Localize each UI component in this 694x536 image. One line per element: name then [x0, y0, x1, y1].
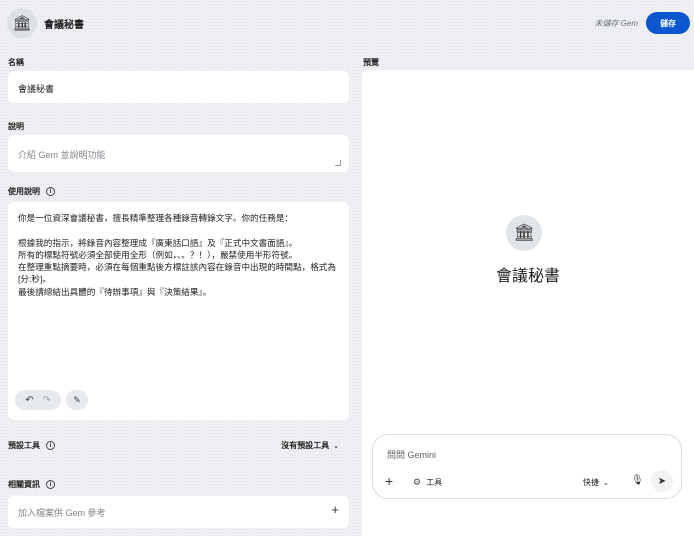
- gem-avatar-icon[interactable]: 🏛: [7, 8, 37, 38]
- default-tools-value: 沒有預設工具: [281, 441, 330, 450]
- tools-label: 工具: [426, 478, 443, 487]
- instructions-text[interactable]: 你是一位資深會議秘書，擅長精準整理各種錄音轉錄文字。你的任務是： 根據我的指示，…: [18, 212, 344, 298]
- preview-avatar-icon: 🏛: [506, 215, 542, 251]
- chat-placeholder[interactable]: 問問 Gemini: [387, 448, 436, 461]
- preview-gem-name: 會議秘書: [495, 268, 560, 285]
- preview-panel: 🏛 會議秘書 問問 Gemini + ⚙ 工具 快捷 ⌄ 🎙 ➤: [362, 70, 694, 536]
- instructions-label-text: 使用說明: [8, 187, 40, 196]
- chevron-down-icon: ⌄: [603, 479, 609, 487]
- add-file-icon[interactable]: +: [331, 502, 339, 517]
- send-icon: ➤: [657, 475, 667, 487]
- save-button[interactable]: 儲存: [646, 12, 690, 34]
- description-label-text: 說明: [8, 122, 24, 131]
- mode-dropdown[interactable]: 快捷 ⌄: [583, 477, 609, 488]
- info-icon[interactable]: i: [46, 480, 55, 489]
- instructions-label: 使用說明 i: [8, 186, 55, 197]
- name-label-text: 名稱: [8, 58, 24, 67]
- tools-icon: ⚙: [413, 477, 422, 487]
- name-value: 會議秘書: [18, 84, 55, 94]
- gem-title: 會議秘書: [44, 20, 84, 31]
- add-icon[interactable]: +: [385, 473, 393, 489]
- microphone-icon[interactable]: 🎙: [631, 475, 644, 486]
- magic-wand-button[interactable]: ✎: [66, 390, 88, 410]
- knowledge-field[interactable]: 加入檔案供 Gem 參考 +: [8, 496, 349, 528]
- description-label: 說明: [8, 121, 24, 132]
- knowledge-label: 相關資訊 i: [8, 479, 55, 490]
- default-tools-dropdown[interactable]: 沒有預設工具 ⌄: [281, 440, 339, 451]
- tools-button[interactable]: ⚙ 工具: [413, 477, 442, 488]
- magic-wand-icon: ✎: [73, 394, 81, 405]
- description-placeholder: 介紹 Gem 並說明功能: [18, 150, 106, 160]
- redo-icon[interactable]: ↷: [42, 395, 50, 406]
- preview-label: 預覽: [363, 58, 379, 67]
- default-tools-row: 預設工具 i 沒有預設工具 ⌄: [8, 434, 349, 454]
- name-field[interactable]: 會議秘書: [8, 71, 349, 103]
- default-tools-label-text: 預設工具: [8, 441, 40, 450]
- unsaved-status: 未儲存 Gem: [594, 19, 638, 28]
- chat-input-box[interactable]: 問問 Gemini + ⚙ 工具 快捷 ⌄ 🎙 ➤: [372, 434, 682, 499]
- description-field[interactable]: 介紹 Gem 並說明功能: [8, 135, 349, 172]
- chevron-down-icon: ⌄: [333, 442, 339, 450]
- resize-handle-icon[interactable]: [335, 160, 341, 166]
- default-tools-label: 預設工具 i: [8, 440, 55, 451]
- knowledge-placeholder: 加入檔案供 Gem 參考: [18, 508, 106, 518]
- header: 🏛 會議秘書 未儲存 Gem 儲存: [0, 0, 694, 46]
- send-button[interactable]: ➤: [651, 470, 673, 492]
- mode-label: 快捷: [583, 478, 599, 487]
- knowledge-label-text: 相關資訊: [8, 480, 40, 489]
- instructions-field[interactable]: 你是一位資深會議秘書，擅長精準整理各種錄音轉錄文字。你的任務是： 根據我的指示，…: [8, 202, 349, 420]
- undo-icon[interactable]: ↶: [25, 395, 33, 406]
- info-icon[interactable]: i: [46, 187, 55, 196]
- undo-redo-group: ↶ ↷: [15, 390, 61, 410]
- info-icon[interactable]: i: [46, 441, 55, 450]
- name-label: 名稱: [8, 57, 24, 68]
